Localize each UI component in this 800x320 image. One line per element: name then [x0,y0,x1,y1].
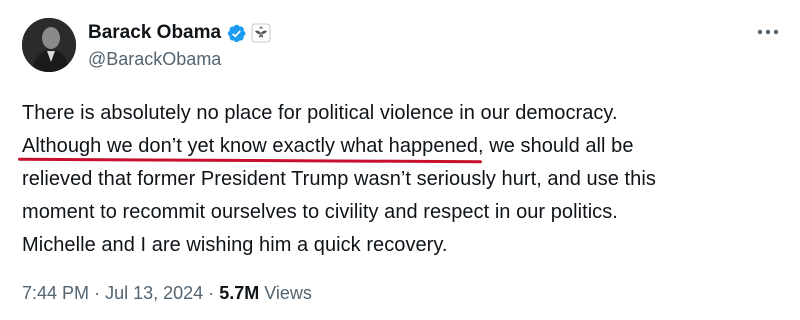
tweet-line: Michelle and I are wishing him a quick r… [22,234,448,256]
meta-separator: · [94,283,101,303]
verified-badge-icon [226,23,247,44]
tweet-line-tail: , we should all be [478,135,634,157]
tweet-line: moment to recommit ourselves to civility… [22,201,618,223]
name-row: Barack Obama [88,20,271,46]
highlighted-phrase-text: Although we don’t yet know exactly what … [22,135,479,157]
author-block: Barack Obama @BarackObama [88,20,271,70]
tweet-meta: 7:44 PM · Jul 13, 2024 · 5.7M Views [22,283,312,304]
tweet-time[interactable]: 7:44 PM [22,283,89,303]
tweet-text: There is absolutely no place for politic… [17,97,782,262]
meta-separator: · [208,283,215,303]
red-underline-mark [17,157,483,164]
profile-photo-icon [22,18,76,72]
tweet-line: Although we don’t yet know exactly what … [17,130,782,164]
avatar[interactable] [22,18,76,72]
tweet-card: Barack Obama @BarackObama There is absol… [0,0,800,320]
tweet-line: relieved that former President Trump was… [22,168,656,190]
views-label: Views [264,283,312,303]
display-name[interactable]: Barack Obama [88,22,221,44]
tweet-line: There is absolutely no place for politic… [22,102,618,124]
highlighted-phrase: Although we don’t yet know exactly what … [17,130,483,164]
tweet-date[interactable]: Jul 13, 2024 [105,283,203,303]
more-dots-icon [757,29,779,35]
user-handle[interactable]: @BarackObama [88,49,271,70]
more-options-button[interactable] [754,22,782,42]
government-seal-icon [251,23,271,43]
views-count: 5.7M [219,283,260,303]
